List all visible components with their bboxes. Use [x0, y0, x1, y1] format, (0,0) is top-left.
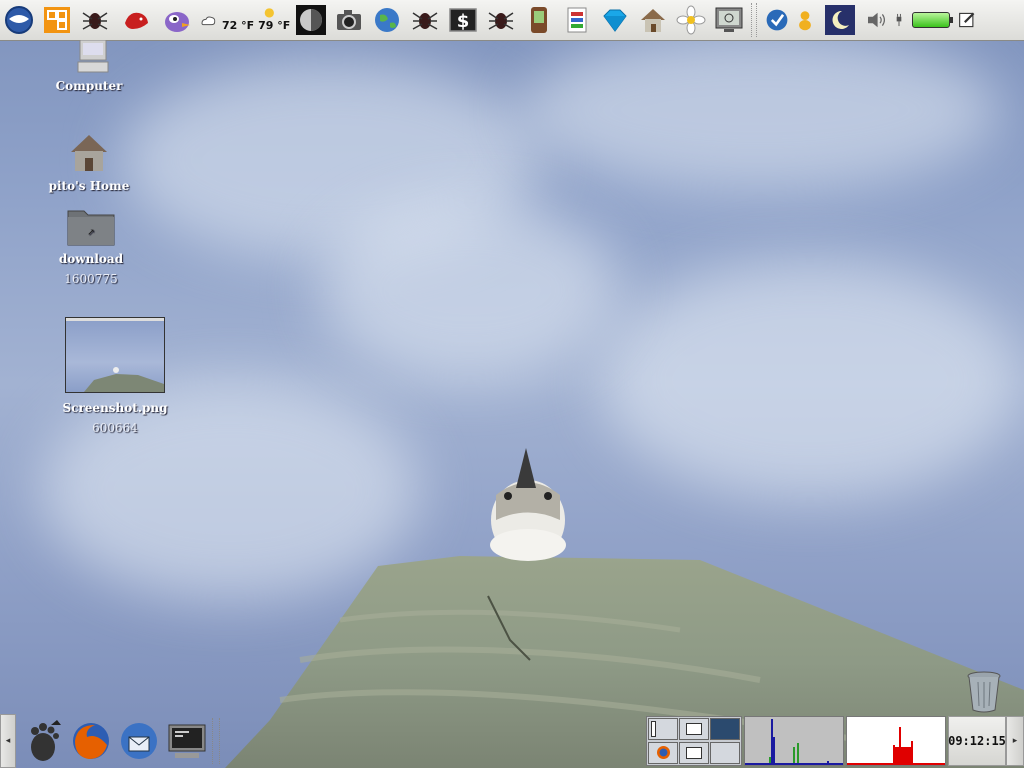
- workspace-4[interactable]: [648, 742, 678, 764]
- weather-high-temp-label: 79 °F: [258, 19, 291, 32]
- svg-text:↗: ↗: [87, 228, 95, 238]
- svg-text:$: $: [457, 11, 470, 32]
- chat-user-icon[interactable]: [794, 3, 816, 37]
- home-icon[interactable]: [636, 3, 670, 37]
- terminal-icon[interactable]: [164, 718, 210, 764]
- desktop-icon-label: Screenshot.png: [62, 401, 168, 415]
- spider-icon[interactable]: [78, 3, 112, 37]
- globe-icon[interactable]: [370, 3, 404, 37]
- workspace-5[interactable]: [679, 742, 709, 764]
- weather-current-temp[interactable]: 72 °F: [222, 3, 254, 37]
- checkmark-icon[interactable]: [764, 3, 790, 37]
- moon-phase-icon[interactable]: [294, 3, 328, 37]
- monitor-icon[interactable]: [712, 3, 746, 37]
- weather-high-temp[interactable]: ● 79 °F: [258, 3, 290, 37]
- screenshot-thumbnail: [65, 317, 165, 393]
- camera-icon[interactable]: [332, 3, 366, 37]
- cloudy-weather-icon: [198, 3, 218, 37]
- top-panel: 72 °F ● 79 °F $: [0, 0, 1024, 41]
- workspace-1[interactable]: [648, 718, 678, 740]
- vmware-icon[interactable]: [40, 3, 74, 37]
- google-earth-icon[interactable]: [2, 3, 36, 37]
- network-load-graph[interactable]: [846, 716, 946, 766]
- red-dragon-icon[interactable]: [116, 3, 156, 37]
- dollar-terminal-icon[interactable]: $: [446, 3, 480, 37]
- desktop-icon-label: Computer: [55, 79, 123, 93]
- power-plug-icon: [892, 3, 906, 37]
- desktop-icon-size: 1600775: [64, 272, 118, 286]
- desktop-icon-size: 600664: [92, 421, 138, 435]
- computer-icon: [77, 39, 109, 73]
- desktop-icon-screenshot[interactable]: Screenshot.png 600664: [58, 317, 172, 435]
- desktop-icon-label: pito's Home: [48, 179, 130, 193]
- panel-hide-right-button[interactable]: ▸: [1006, 716, 1024, 766]
- night-moon-icon[interactable]: [820, 3, 860, 37]
- panel-separator: [751, 3, 758, 37]
- panel-separator: [212, 718, 220, 764]
- pda-icon[interactable]: [522, 3, 556, 37]
- spider-icon[interactable]: [484, 3, 518, 37]
- desktop-icon-label: download: [58, 252, 124, 266]
- spider-icon[interactable]: [408, 3, 442, 37]
- edit-note-icon[interactable]: [956, 3, 978, 37]
- desktop-icon-computer[interactable]: Computer: [48, 39, 130, 93]
- workspace-switcher: [646, 716, 742, 766]
- flower-icon[interactable]: [674, 3, 708, 37]
- folder-icon: ↗: [67, 210, 115, 246]
- workspace-6[interactable]: [710, 742, 740, 764]
- panel-hide-left-button[interactable]: ◂: [0, 714, 16, 768]
- battery-icon[interactable]: [912, 12, 954, 28]
- diamond-icon[interactable]: [598, 3, 632, 37]
- home-folder-icon: [71, 135, 107, 171]
- clock[interactable]: 09:12:15: [948, 716, 1006, 766]
- desktop-icon-download[interactable]: ↗ download 1600775: [52, 205, 130, 286]
- card-game-icon[interactable]: [560, 3, 594, 37]
- speaker-icon[interactable]: [864, 3, 888, 37]
- firefox-icon[interactable]: [68, 718, 114, 764]
- workspace-3[interactable]: [710, 718, 740, 740]
- thunderbird-icon[interactable]: [116, 718, 162, 764]
- sun-icon: ●: [264, 5, 275, 19]
- trash-icon[interactable]: [964, 668, 1004, 714]
- pidgin-icon[interactable]: [160, 3, 194, 37]
- firefox-icon: [657, 746, 670, 759]
- workspace-2[interactable]: [679, 718, 709, 740]
- cpu-load-graph[interactable]: [744, 716, 844, 766]
- system-tray: [762, 3, 980, 37]
- desktop-icon-home[interactable]: pito's Home: [46, 130, 132, 193]
- gnome-foot-icon[interactable]: [20, 718, 66, 764]
